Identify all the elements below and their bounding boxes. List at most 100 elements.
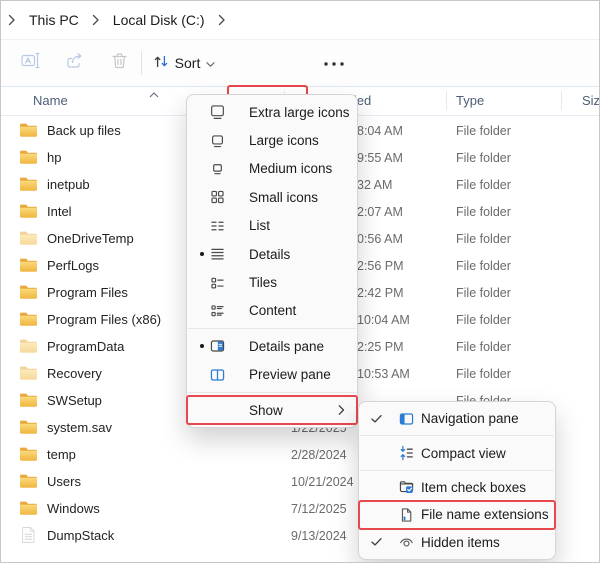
tiles-view-icon [209,274,226,291]
sort-icon [153,54,169,72]
menu-item-label: Item check boxes [421,480,526,495]
column-separator[interactable] [561,91,562,110]
menu-item-navigation-pane[interactable]: Navigation pane [359,405,555,432]
chevron-down-icon [206,55,215,71]
file-type: File folder [456,286,511,300]
menu-item-label: Compact view [421,446,506,461]
menu-item-file-name-extensions[interactable]: File name extensions [359,501,555,528]
navigation-pane-icon [398,410,415,427]
extra-large-icons-icon [209,104,226,121]
rename-icon [21,52,40,74]
file-type: File folder [456,259,511,273]
share-button[interactable] [60,48,90,78]
file-name: Program Files (x86) [47,312,161,327]
file-name: Recovery [47,366,102,381]
file-date-modified: 2:56 PM [357,259,404,273]
folder-icon [20,205,37,222]
menu-item-label: Preview pane [249,367,331,382]
menu-item-label: Hidden items [421,535,500,550]
file-name: hp [47,150,61,165]
menu-item-item-check-boxes[interactable]: Item check boxes [359,474,555,501]
command-bar: Sort View [1,40,599,87]
bullet-icon [199,245,205,260]
ellipsis-icon [323,54,345,72]
menu-item-hidden-items[interactable]: Hidden items [359,529,555,556]
menu-separator [188,328,356,329]
menu-item-extra-large-icons[interactable]: Extra large icons [187,98,357,126]
breadcrumb-this-pc[interactable]: This PC [23,8,85,32]
folder-icon [20,178,37,195]
menu-item-label: Tiles [249,275,277,290]
menu-item-label: Small icons [249,190,318,205]
folder-icon [20,475,37,492]
sort-button[interactable]: Sort [151,48,217,78]
file-date-modified: 2:07 AM [357,205,403,219]
hidden-items-icon [398,534,415,551]
column-header-type[interactable]: Type [456,93,484,108]
checkmark-icon [371,535,382,550]
chevron-right-icon[interactable] [211,14,233,26]
sort-ascending-icon [149,86,159,101]
share-icon [66,52,84,74]
chevron-right-icon[interactable] [1,14,23,26]
file-name: PerfLogs [47,258,99,273]
menu-item-details[interactable]: Details [187,240,357,268]
file-name: Program Files [47,285,128,300]
view-dropdown-menu: Extra large iconsLarge iconsMedium icons… [186,94,358,428]
folder-icon [20,340,37,357]
item-check-boxes-icon [398,479,415,496]
file-date-modified: 0:56 AM [357,232,403,246]
menu-separator [360,435,554,436]
menu-item-label: List [249,218,270,233]
menu-item-compact-view[interactable]: Compact view [359,439,555,466]
column-header-name[interactable]: Name [33,93,68,108]
folder-icon [20,286,37,303]
file-name: ProgramData [47,339,124,354]
menu-item-preview-pane[interactable]: Preview pane [187,361,357,389]
menu-item-show[interactable]: Show [187,396,357,424]
file-date-modified: 2:25 PM [357,340,404,354]
menu-item-tiles[interactable]: Tiles [187,268,357,296]
file-date-modified: 32 AM [357,178,392,192]
chevron-right-icon[interactable] [85,14,107,26]
bullet-icon [199,337,205,352]
menu-separator [360,470,554,471]
folder-icon [20,313,37,330]
folder-icon [20,259,37,276]
file-date-modified: 10/21/2024 [291,475,354,489]
file-type: File folder [456,313,511,327]
folder-icon [20,421,37,438]
breadcrumb: This PC Local Disk (C:) [1,1,599,40]
small-icons-icon [209,189,226,206]
rename-button[interactable] [15,48,45,78]
menu-item-list[interactable]: List [187,212,357,240]
file-name: Windows [47,501,100,516]
menu-item-label: Navigation pane [421,411,519,426]
file-type: File folder [456,340,511,354]
menu-item-label: Content [249,303,296,318]
file-name: Back up files [47,123,121,138]
file-date-modified: 10:53 AM [357,367,410,381]
see-more-button[interactable] [317,48,351,78]
column-header-size[interactable]: Size [582,93,600,108]
file-name: system.sav [47,420,112,435]
list-view-icon [209,217,226,234]
column-separator[interactable] [446,91,447,110]
delete-button[interactable] [104,48,134,78]
menu-item-label: File name extensions [421,507,549,522]
file-name: Intel [47,204,72,219]
menu-item-small-icons[interactable]: Small icons [187,183,357,211]
menu-item-label: Show [249,403,283,418]
breadcrumb-local-disk-c[interactable]: Local Disk (C:) [107,8,211,32]
medium-icons-icon [209,160,226,177]
file-name: temp [47,447,76,462]
menu-item-details-pane[interactable]: Details pane [187,332,357,360]
menu-item-content[interactable]: Content [187,297,357,325]
folder-icon [20,502,37,519]
menu-item-label: Details pane [249,339,324,354]
menu-item-large-icons[interactable]: Large icons [187,126,357,154]
file-date-modified: 10:04 AM [357,313,410,327]
file-date-modified: 8:04 AM [357,124,403,138]
compact-view-icon [398,445,415,462]
menu-item-medium-icons[interactable]: Medium icons [187,155,357,183]
